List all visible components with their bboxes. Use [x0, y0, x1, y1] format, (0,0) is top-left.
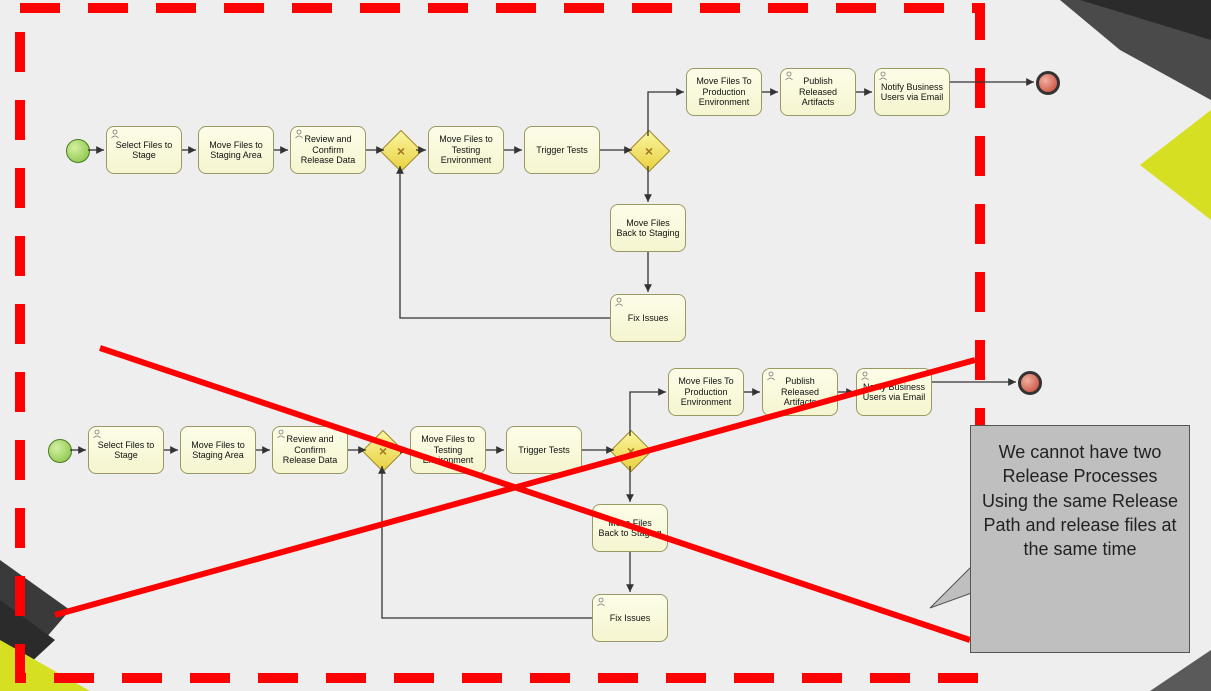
end-event-bottom — [1018, 371, 1042, 395]
annotation-callout: We cannot have two Release Processes Usi… — [970, 425, 1190, 653]
task-label: Move Files Back to Staging — [615, 218, 681, 239]
task-label: Fix Issues — [628, 313, 669, 323]
task-label: Move Files to Testing Environment — [433, 134, 499, 165]
task-label: Publish Released Artifacts — [767, 376, 833, 407]
task-label: Move Files to Testing Environment — [415, 434, 481, 465]
start-event-bottom — [48, 439, 72, 463]
task-label: Move Files to Staging Area — [185, 440, 251, 461]
task-review-bottom: Review and Confirm Release Data — [272, 426, 348, 474]
task-label: Fix Issues — [610, 613, 651, 623]
gateway-1-bottom: × — [362, 430, 404, 472]
task-label: Move Files to Staging Area — [203, 140, 269, 161]
task-fix-top: Fix Issues — [610, 294, 686, 342]
task-move-testing-top: Move Files to Testing Environment — [428, 126, 504, 174]
task-label: Trigger Tests — [536, 145, 588, 155]
task-back-staging-top: Move Files Back to Staging — [610, 204, 686, 252]
start-event-top — [66, 139, 90, 163]
task-fix-bottom: Fix Issues — [592, 594, 668, 642]
task-move-staging-top: Move Files to Staging Area — [198, 126, 274, 174]
task-label: Move Files To Production Environment — [673, 376, 739, 407]
task-select-top: Select Files to Stage — [106, 126, 182, 174]
end-event-top — [1036, 71, 1060, 95]
task-review-top: Review and Confirm Release Data — [290, 126, 366, 174]
task-trigger-top: Trigger Tests — [524, 126, 600, 174]
task-label: Select Files to Stage — [93, 440, 159, 461]
task-notify-top: Notify Business Users via Email — [874, 68, 950, 116]
task-label: Trigger Tests — [518, 445, 570, 455]
task-move-prod-top: Move Files To Production Environment — [686, 68, 762, 116]
slide-stage: Select Files to Stage Move Files to Stag… — [0, 0, 1211, 691]
task-move-testing-bottom: Move Files to Testing Environment — [410, 426, 486, 474]
gateway-2-top: × — [628, 130, 670, 172]
task-move-staging-bottom: Move Files to Staging Area — [180, 426, 256, 474]
task-label: Notify Business Users via Email — [879, 82, 945, 103]
task-publish-bottom: Publish Released Artifacts — [762, 368, 838, 416]
task-back-staging-bottom: Move Files Back to Staging — [592, 504, 668, 552]
task-label: Review and Confirm Release Data — [295, 134, 361, 165]
task-label: Move Files Back to Staging — [597, 518, 663, 539]
gateway-2-bottom: × — [610, 430, 652, 472]
task-label: Publish Released Artifacts — [785, 76, 851, 107]
task-select-bottom: Select Files to Stage — [88, 426, 164, 474]
task-label: Review and Confirm Release Data — [277, 434, 343, 465]
task-notify-bottom: Notify Business Users via Email — [856, 368, 932, 416]
task-label: Notify Business Users via Email — [861, 382, 927, 403]
task-label: Select Files to Stage — [111, 140, 177, 161]
task-move-prod-bottom: Move Files To Production Environment — [668, 368, 744, 416]
task-label: Move Files To Production Environment — [691, 76, 757, 107]
task-trigger-bottom: Trigger Tests — [506, 426, 582, 474]
gateway-1-top: × — [380, 130, 422, 172]
callout-text: We cannot have two Release Processes Usi… — [982, 442, 1178, 559]
task-publish-top: Publish Released Artifacts — [780, 68, 856, 116]
